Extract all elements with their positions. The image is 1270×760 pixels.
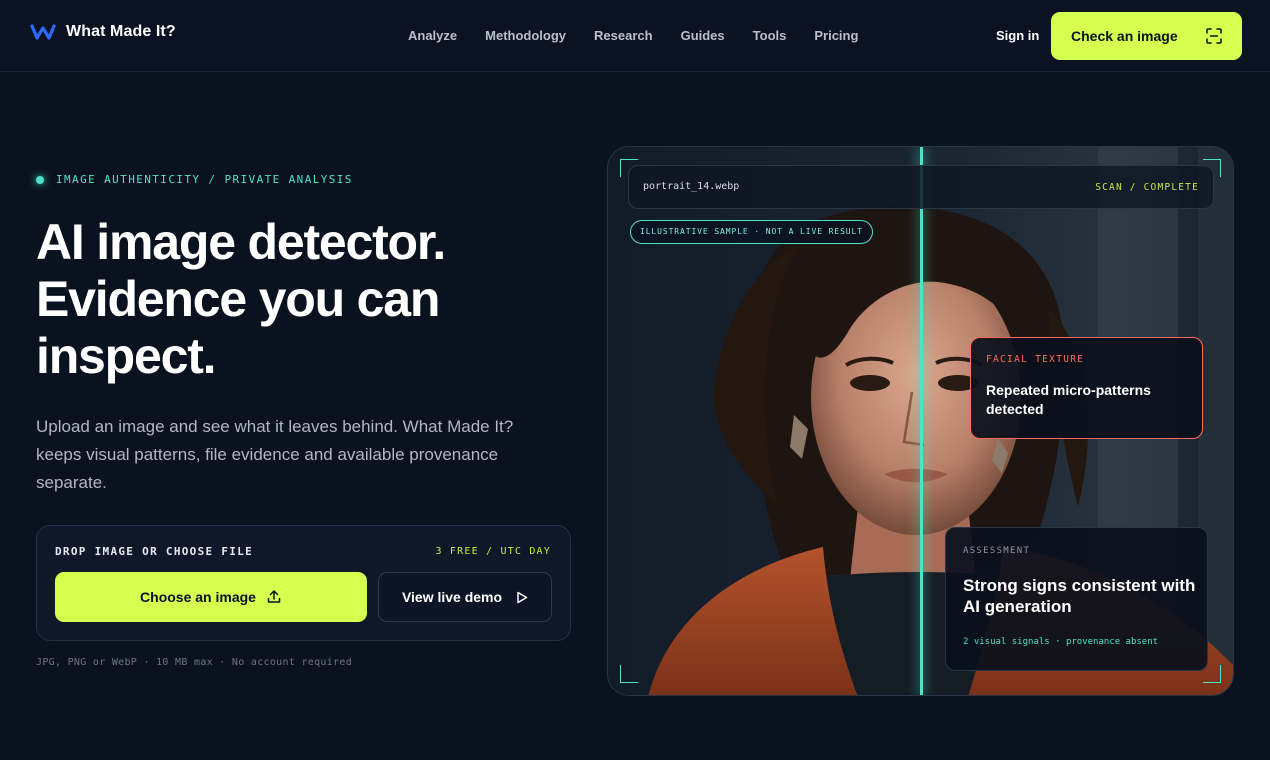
free-quota-badge: 3 FREE / UTC DAY bbox=[435, 546, 551, 557]
signal-label: FACIAL TEXTURE bbox=[986, 354, 1085, 365]
nav-link-pricing[interactable]: Pricing bbox=[814, 28, 858, 43]
signal-card-facial-texture: FACIAL TEXTURE Repeated micro-patterns d… bbox=[970, 337, 1203, 439]
hero-description: Upload an image and see what it leaves b… bbox=[36, 417, 514, 492]
file-status-bar: portrait_14.webp SCAN / COMPLETE bbox=[628, 165, 1214, 209]
file-name: portrait_14.webp bbox=[643, 181, 740, 192]
primary-nav: Analyze Methodology Research Guides Tool… bbox=[408, 28, 858, 43]
check-image-button[interactable]: Check an image bbox=[1051, 12, 1242, 60]
hero-headline: AI image detector. Evidence you can insp… bbox=[36, 214, 446, 384]
view-demo-label: View live demo bbox=[401, 589, 503, 605]
nav-link-research[interactable]: Research bbox=[594, 28, 653, 43]
check-image-label: Check an image bbox=[1071, 28, 1178, 44]
scan-status: SCAN / COMPLETE bbox=[1095, 182, 1199, 193]
frame-corner-icon bbox=[1203, 665, 1221, 683]
nav-link-guides[interactable]: Guides bbox=[681, 28, 725, 43]
brand-name: What Made It? bbox=[66, 23, 176, 40]
eyebrow-text: IMAGE AUTHENTICITY / PRIVATE ANALYSIS bbox=[56, 173, 353, 186]
upload-dropzone[interactable]: DROP IMAGE OR CHOOSE FILE 3 FREE / UTC D… bbox=[36, 525, 571, 641]
view-demo-button[interactable]: View live demo bbox=[378, 572, 552, 622]
scan-line bbox=[920, 147, 923, 695]
assessment-label: ASSESSMENT bbox=[963, 546, 1031, 556]
top-nav: What Made It? Analyze Methodology Resear… bbox=[0, 0, 1270, 72]
assessment-result: Strong signs consistent with AI generati… bbox=[963, 576, 1196, 616]
frame-corner-icon bbox=[620, 665, 638, 683]
nav-link-tools[interactable]: Tools bbox=[753, 28, 787, 43]
assessment-card: ASSESSMENT Strong signs consistent with … bbox=[945, 527, 1208, 671]
choose-image-button[interactable]: Choose an image bbox=[55, 572, 367, 622]
play-icon bbox=[517, 591, 528, 603]
choose-image-label: Choose an image bbox=[140, 589, 256, 605]
scan-frame-icon bbox=[1206, 28, 1222, 44]
nav-link-methodology[interactable]: Methodology bbox=[485, 28, 566, 43]
signal-text: Repeated micro-patterns detected bbox=[986, 382, 1151, 417]
hero-eyebrow: IMAGE AUTHENTICITY / PRIVATE ANALYSIS bbox=[36, 173, 353, 186]
upload-requirements: JPG, PNG or WebP · 10 MB max · No accoun… bbox=[36, 657, 353, 668]
sample-disclaimer-badge: ILLUSTRATIVE SAMPLE · NOT A LIVE RESULT bbox=[630, 220, 873, 244]
upload-icon bbox=[267, 590, 281, 603]
sign-in-link[interactable]: Sign in bbox=[996, 28, 1039, 43]
w-logo-icon bbox=[30, 24, 56, 40]
analysis-preview: portrait_14.webp SCAN / COMPLETE ILLUSTR… bbox=[607, 146, 1234, 696]
nav-link-analyze[interactable]: Analyze bbox=[408, 28, 457, 43]
dropzone-label: DROP IMAGE OR CHOOSE FILE bbox=[55, 545, 254, 558]
status-dot-icon bbox=[36, 175, 44, 184]
brand-logo-link[interactable]: What Made It? bbox=[30, 22, 176, 42]
assessment-meta: 2 visual signals · provenance absent bbox=[963, 637, 1159, 647]
